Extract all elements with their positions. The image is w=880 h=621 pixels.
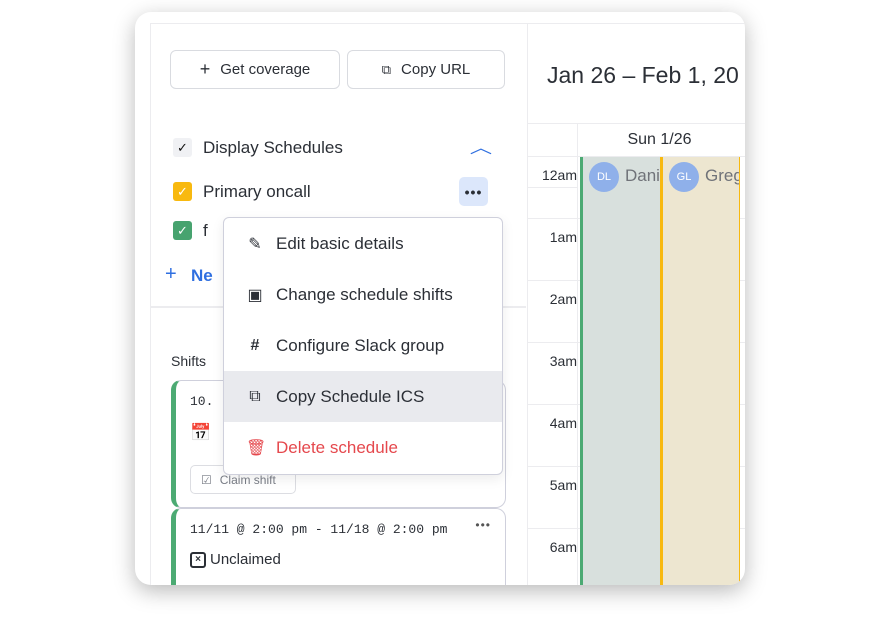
day-header: Sun 1/26 [627, 131, 692, 148]
menu-item-configure-slack-group[interactable]: # Configure Slack group [224, 320, 502, 371]
more-options-button[interactable]: ••• [459, 177, 488, 206]
hour-label: 12am [541, 167, 577, 183]
shift-event[interactable]: GL Greg [660, 157, 740, 585]
get-coverage-button[interactable]: + Get coverage [170, 50, 340, 89]
event-name: Dani [625, 166, 660, 185]
hour-label: 1am [549, 229, 577, 245]
hour-label: 6am [549, 539, 577, 555]
display-schedules-checkbox[interactable]: ✓ [173, 138, 192, 157]
plus-icon: + [165, 263, 177, 285]
hour-label: 4am [549, 415, 577, 431]
schedule-window: + Get coverage ⧉ Copy URL ✓ Display Schedu… [135, 12, 745, 585]
divider [528, 123, 745, 124]
menu-item-edit-basic-details[interactable]: ✎ Edit basic details [224, 218, 502, 269]
shift-event[interactable]: DL Dani [580, 157, 660, 585]
menu-item-change-schedule-shifts[interactable]: ▣ Change schedule shifts [224, 269, 502, 320]
menu-item-label: Copy Schedule ICS [276, 386, 425, 406]
pencil-icon: ✎ [248, 235, 262, 253]
schedule-options-menu: ✎ Edit basic details ▣ Change schedule shi… [223, 217, 503, 475]
menu-item-label: Change schedule shifts [276, 284, 453, 304]
calendar-icon: ▣ [247, 286, 263, 304]
menu-item-label: Configure Slack group [276, 335, 445, 355]
shift-time: 11/11 @ 2:00 pm - 11/18 @ 2:00 pm [190, 522, 448, 537]
calendar-check-icon: ☑ [201, 472, 212, 487]
shift-status-label: Unclaimed [210, 551, 281, 568]
schedule-panel: + Get coverage ⧉ Copy URL ✓ Display Schedu… [150, 23, 745, 585]
menu-item-delete-schedule[interactable]: 🗑 Delete schedule [224, 422, 502, 473]
chevron-up-icon[interactable]: ︿ [470, 134, 492, 158]
hour-label: 5am [549, 477, 577, 493]
schedule-label: f [203, 221, 208, 240]
shift-card: 11/11 @ 2:00 pm - 11/18 @ 2:00 pm ••• × U… [171, 508, 506, 585]
menu-item-copy-schedule-ics[interactable]: ⧉ Copy Schedule ICS [224, 371, 502, 422]
copy-url-button[interactable]: ⧉ Copy URL [347, 50, 505, 89]
get-coverage-label: Get coverage [220, 61, 311, 78]
hour-label: 3am [549, 353, 577, 369]
date-range-title: Jan 26 – Feb 1, 20 [547, 62, 739, 88]
shift-status: × Unclaimed [190, 551, 281, 568]
avatar: GL [669, 162, 699, 192]
new-schedule-link[interactable]: Ne [191, 266, 213, 286]
shift-more-button[interactable]: ••• [475, 518, 491, 532]
menu-item-label: Edit basic details [276, 233, 404, 253]
copy-url-label: Copy URL [401, 61, 471, 78]
primary-oncall-checkbox[interactable]: ✓ [173, 182, 192, 201]
menu-item-label: Delete schedule [276, 437, 398, 457]
hour-label: 2am [549, 291, 577, 307]
divider [577, 123, 578, 585]
trash-icon: 🗑 [246, 439, 267, 457]
schedule-checkbox[interactable]: ✓ [173, 221, 192, 240]
event-name: Greg [705, 166, 740, 185]
copy-icon: ⧉ [381, 61, 392, 77]
plus-icon: + [199, 59, 211, 79]
calendar-x-icon: 📅 [190, 423, 212, 442]
avatar: DL [589, 162, 619, 192]
shift-time: 10. [190, 394, 214, 409]
calendar-view: Jan 26 – Feb 1, 20 Sun 1/26 12am 1am 2am… [527, 24, 745, 585]
schedule-label: Primary oncall [203, 182, 311, 201]
copy-icon: ⧉ [249, 387, 261, 405]
shifts-title: Shifts [171, 353, 207, 369]
calendar-x-icon: × [190, 551, 206, 568]
display-schedules-label: Display Schedules [203, 138, 343, 157]
slack-icon: # [250, 336, 260, 354]
